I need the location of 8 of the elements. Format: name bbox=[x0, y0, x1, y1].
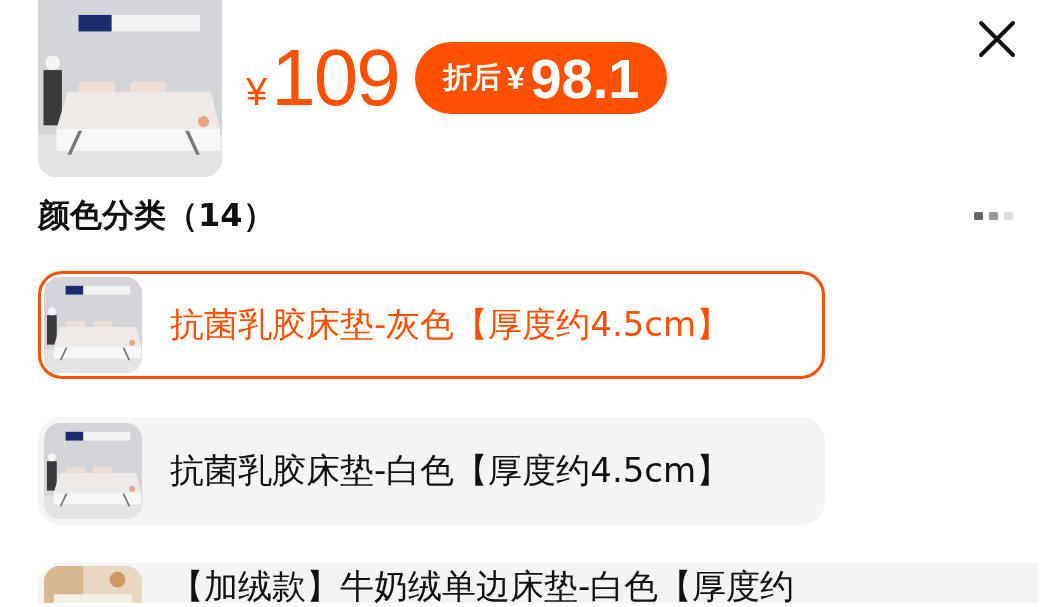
close-icon[interactable] bbox=[978, 20, 1016, 58]
option-item[interactable]: 【加绒款】牛奶绒单边床垫-白色【厚度约 bbox=[38, 563, 1038, 603]
dots-icon[interactable] bbox=[974, 211, 1016, 221]
currency-symbol: ¥ bbox=[246, 71, 268, 114]
section-title: 颜色分类（14） bbox=[38, 195, 275, 236]
price: 109 bbox=[271, 38, 399, 118]
option-item[interactable]: 抗菌乳胶床垫-白色【厚度约4.5cm】 bbox=[38, 417, 825, 525]
discount-badge: 折后 ¥98.1 bbox=[414, 42, 668, 114]
